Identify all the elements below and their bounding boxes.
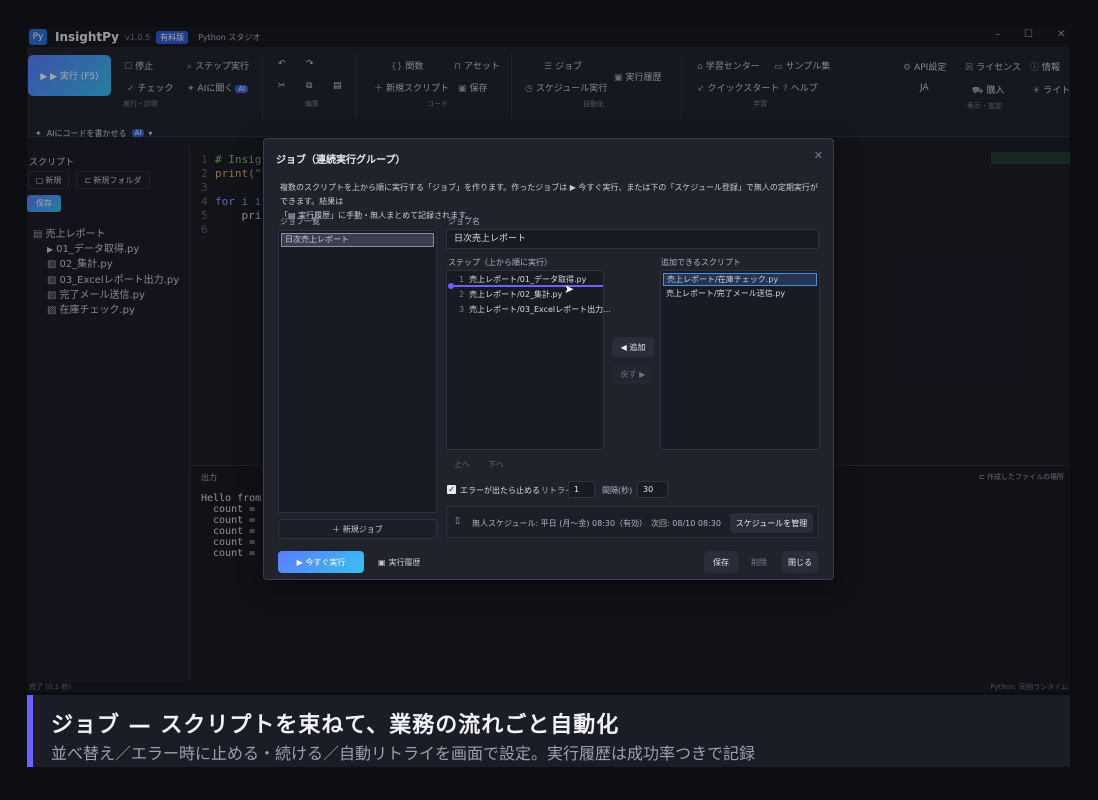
dialog-title: ジョブ（連続実行グループ） (276, 155, 406, 166)
interval-input[interactable]: 30 (637, 481, 668, 498)
step-item[interactable]: 3 売上レポート/03_Excelレポート出力... (459, 304, 611, 315)
steps-list: 1 売上レポート/01_データ取得.py ➤ 2 売上レポート/02_集計.py 3… (446, 270, 611, 450)
add-step-button[interactable]: ◀ 追加 (612, 337, 654, 357)
stop-on-error-checkbox[interactable]: ✓ (447, 485, 456, 494)
close-icon[interactable]: ✕ (814, 149, 823, 162)
stop-on-error-label: エラーが出たら止める (460, 486, 540, 495)
drop-indicator-dot (448, 283, 454, 289)
new-job-button[interactable]: ＋ 新規ジョブ (278, 519, 437, 539)
job-list-item[interactable]: 日次売上レポート (281, 233, 434, 247)
calendar-icon: ▯ (455, 516, 460, 526)
manage-schedule-button[interactable]: スケジュールを管理 (730, 513, 813, 533)
history-icon: ▣ (378, 558, 386, 567)
run-now-button[interactable]: ▶ 今すぐ実行 (278, 551, 364, 573)
retry-input[interactable]: 1 (568, 481, 595, 498)
schedule-panel: ▯ 無人スケジュール: 平日 (月〜金) 08:30（有効） 次回: 08/10… (446, 506, 819, 538)
interval-label: 間隔(秒) (602, 486, 633, 495)
job-name-field[interactable]: 日次売上レポート (446, 229, 819, 249)
available-scripts-list: 売上レポート/在庫チェック.py 売上レポート/完了メール送信.py (660, 270, 820, 450)
available-scripts-label: 追加できるスクリプト (661, 258, 741, 267)
dialog-save-button[interactable]: 保存 (704, 551, 738, 573)
cursor-icon: ➤ (564, 282, 575, 296)
close-dialog-button[interactable]: 閉じる (782, 551, 818, 573)
drop-indicator (449, 285, 603, 287)
caption-banner: ジョブ — スクリプトを束ねて、業務の流れごと自動化 並べ替え／エラー時に止める… (27, 695, 1070, 767)
job-dialog: ジョブ（連続実行グループ） ✕ 複数のスクリプトを上から順に実行する「ジョブ」を… (263, 138, 834, 580)
available-script-item[interactable]: 売上レポート/在庫チェック.py (663, 273, 817, 286)
job-name-label: ジョブ名 (448, 217, 480, 226)
job-list-label: ジョブ一覧 (280, 217, 320, 226)
available-script-item[interactable]: 売上レポート/完了メール送信.py (666, 288, 785, 299)
schedule-status: 無人スケジュール: 平日 (月〜金) 08:30（有効） 次回: 08/10 0… (472, 519, 721, 528)
steps-label: ステップ（上から順に実行） (448, 258, 552, 267)
history-link[interactable]: ▣ 実行履歴 (378, 557, 421, 568)
remove-step-button[interactable]: 戻す ▶ (612, 364, 654, 384)
delete-button[interactable]: 削除 (742, 551, 776, 573)
job-list: 日次売上レポート (278, 230, 437, 513)
step-item[interactable]: 2 売上レポート/02_集計.py (459, 289, 562, 300)
move-up-button[interactable]: 上へ (454, 459, 470, 470)
move-down-button[interactable]: 下へ (488, 459, 504, 470)
dialog-description: 複数のスクリプトを上から順に実行する「ジョブ」を作ります。作ったジョブは ▶ 今… (280, 183, 818, 220)
caption-heading: ジョブ — スクリプトを束ねて、業務の流れごと自動化 (51, 713, 620, 738)
caption-subtext: 並べ替え／エラー時に止める・続ける／自動リトライを画面で設定。実行履歴は成功率つ… (51, 744, 756, 763)
